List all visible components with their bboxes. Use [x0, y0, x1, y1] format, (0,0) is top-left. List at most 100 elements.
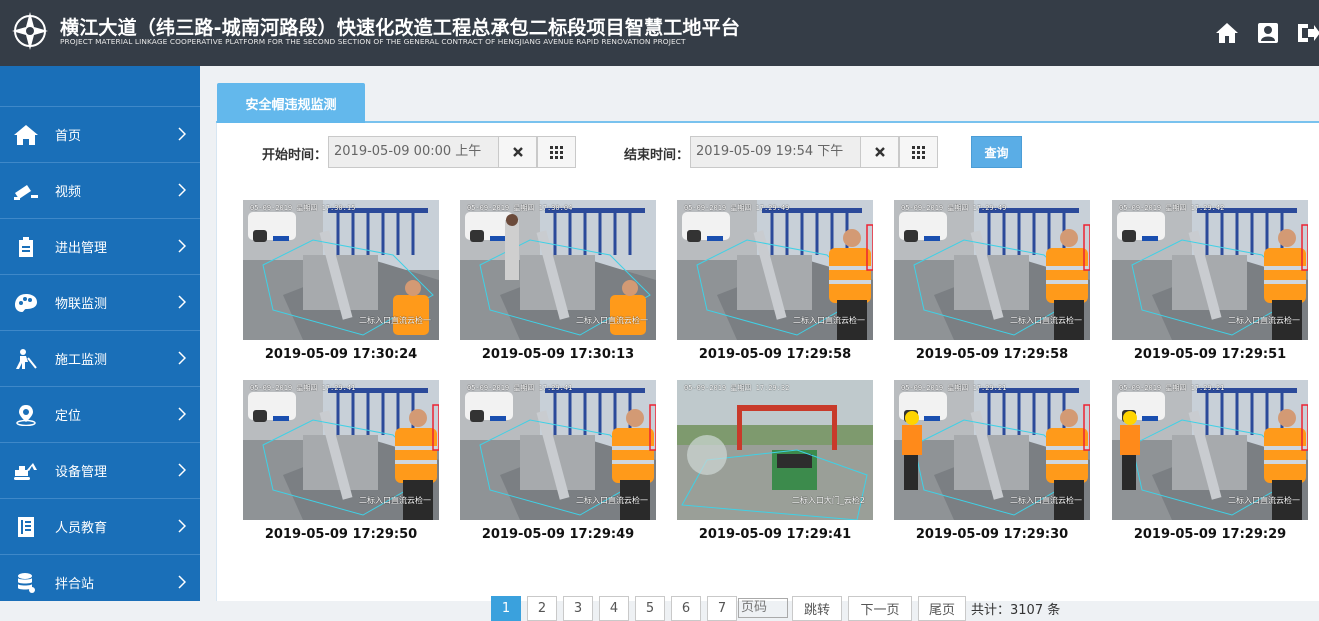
next-page-button[interactable]: 下一页 [848, 596, 912, 621]
last-page-button[interactable]: 尾页 [918, 596, 966, 621]
tab-helmet-violation[interactable]: 安全帽违规监测 [217, 83, 365, 123]
camera-icon [12, 179, 40, 203]
chevron-right-icon [178, 407, 186, 421]
snapshot-caption: 2019-05-09 17:30:13 [481, 347, 635, 362]
osd-camera-name: 二标入口直流云检一 [576, 496, 648, 505]
page-5-button[interactable]: 5 [635, 596, 665, 621]
database-icon [12, 571, 40, 595]
osd-camera-name: 二标入口直流云检一 [359, 496, 431, 505]
osd-timestamp: 05-09-2019 星期四 17:29:42 [1119, 204, 1225, 212]
sidebar-item-label: 施工监测 [55, 353, 108, 368]
chevron-right-icon [178, 463, 186, 477]
sidebar-item-label: 视频 [55, 185, 82, 200]
home-icon[interactable] [1214, 20, 1240, 46]
app-subtitle: PROJECT MATERIAL LINKAGE COOPERATIVE PLA… [60, 37, 686, 46]
osd-timestamp: 05-09-2019 星期四 17:29:41 [250, 384, 356, 392]
main-content: 安全帽违规监测 开始时间： 2019-05-09 00:00 上午 结束时间： … [216, 82, 1319, 621]
page-6-button[interactable]: 6 [671, 596, 701, 621]
chevron-right-icon [178, 575, 186, 589]
close-icon [874, 147, 885, 157]
sidebar-item-construction[interactable]: 施工监测 [0, 330, 200, 386]
access-icon [12, 235, 40, 259]
snapshot-thumbnail[interactable]: 05-09-2019 星期四 17:29:49 二标入口直流云检一 [677, 200, 873, 340]
osd-timestamp: 05-09-2019 星期四 17:29:21 [1119, 384, 1225, 392]
sidebar: 首页 视频 进出管理 物联监测 施工监测 定位 设备管理 人员教育 拌合站 [0, 66, 200, 601]
start-time-label: 开始时间： [262, 148, 328, 163]
snapshot-thumbnail[interactable]: 05-09-2019 星期四 17:29:41 二标入口直流云检一 [243, 380, 439, 520]
logout-icon[interactable] [1295, 20, 1319, 46]
worker-icon [12, 347, 40, 371]
sidebar-item-iot[interactable]: 物联监测 [0, 274, 200, 330]
osd-camera-name: 二标入口直流云检一 [359, 316, 431, 325]
sidebar-item-label: 定位 [55, 409, 82, 424]
page-2-button[interactable]: 2 [527, 596, 557, 621]
snapshot-thumbnail[interactable]: 05-09-2019 星期四 17:29:49 二标入口直流云检一 [894, 200, 1090, 340]
osd-camera-name: 二标入口直流云检一 [1228, 496, 1300, 505]
content-panel: 开始时间： 2019-05-09 00:00 上午 结束时间： 2019-05-… [216, 123, 1319, 621]
snapshot-thumbnail[interactable]: 05-09-2019 星期四 17:30:15 二标入口直流云检一 [243, 200, 439, 340]
snapshot-caption: 2019-05-09 17:29:50 [264, 527, 418, 542]
clear-start-button[interactable] [498, 136, 537, 168]
sidebar-item-label: 设备管理 [55, 465, 108, 480]
chevron-right-icon [178, 183, 186, 197]
snapshot-thumbnail[interactable]: 05-09-2019 星期四 17:30:04 二标入口直流云检一 [460, 200, 656, 340]
osd-camera-name: 二标入口直流云检一 [1228, 316, 1300, 325]
start-time-input[interactable]: 2019-05-09 00:00 上午 [328, 136, 499, 168]
osd-timestamp: 05-09-2019 星期四 17:29:49 [684, 204, 790, 212]
snapshot-caption: 2019-05-09 17:30:24 [264, 347, 418, 362]
sidebar-item-access[interactable]: 进出管理 [0, 218, 200, 274]
sidebar-item-location[interactable]: 定位 [0, 386, 200, 442]
sidebar-item-equipment[interactable]: 设备管理 [0, 442, 200, 498]
snapshot-caption: 2019-05-09 17:29:51 [1133, 347, 1287, 362]
total-count: 共计：3107 条 [971, 603, 1061, 618]
osd-timestamp: 05-09-2019 星期四 17:30:04 [467, 204, 573, 212]
page-3-button[interactable]: 3 [563, 596, 593, 621]
book-icon [12, 515, 40, 539]
snapshot-thumbnail[interactable]: 05-09-2019 星期四 17:29:42 二标入口直流云检一 [1112, 200, 1308, 340]
sidebar-item-label: 拌合站 [55, 577, 95, 592]
osd-camera-name: 二标入口直流云检一 [1010, 496, 1082, 505]
end-calendar-button[interactable] [899, 136, 938, 168]
snapshot-thumbnail[interactable]: 05-09-2019 星期四 17:29:21 二标入口直流云检一 [1112, 380, 1308, 520]
sidebar-item-home[interactable]: 首页 [0, 106, 200, 162]
sidebar-item-video[interactable]: 视频 [0, 162, 200, 218]
page-7-button[interactable]: 7 [707, 596, 737, 621]
sidebar-item-label: 人员教育 [55, 521, 108, 536]
snapshot-caption: 2019-05-09 17:29:30 [915, 527, 1069, 542]
snapshot-caption: 2019-05-09 17:29:41 [698, 527, 852, 542]
clear-end-button[interactable] [860, 136, 899, 168]
jump-button[interactable]: 跳转 [792, 596, 842, 621]
chevron-right-icon [178, 239, 186, 253]
osd-timestamp: 05-09-2019 星期四 17:30:15 [250, 204, 356, 212]
palette-icon [12, 291, 40, 315]
osd-timestamp: 05-09-2019 星期四 17:29:49 [901, 204, 1007, 212]
osd-timestamp: 05-09-2019 星期四 17:29:32 [684, 384, 790, 392]
user-icon[interactable] [1255, 20, 1281, 46]
snapshot-thumbnail[interactable]: 05-09-2019 星期四 17:29:41 二标入口直流云检一 [460, 380, 656, 520]
sidebar-item-mixing-station[interactable]: 拌合站 [0, 554, 200, 610]
sidebar-item-education[interactable]: 人员教育 [0, 498, 200, 554]
chevron-right-icon [178, 519, 186, 533]
chevron-right-icon [178, 351, 186, 365]
page-4-button[interactable]: 4 [599, 596, 629, 621]
snapshot-thumbnail[interactable]: 05-09-2019 星期四 17:29:21 二标入口直流云检一 [894, 380, 1090, 520]
location-icon [12, 403, 40, 427]
end-time-input[interactable]: 2019-05-09 19:54 下午 [690, 136, 861, 168]
home-icon [12, 123, 40, 147]
grid-icon [550, 145, 563, 159]
snapshot-thumbnail[interactable]: 05-09-2019 星期四 17:29:32 二标入口大门_云检2 [677, 380, 873, 520]
osd-camera-name: 二标入口直流云检一 [576, 316, 648, 325]
snapshot-caption: 2019-05-09 17:29:29 [1133, 527, 1287, 542]
page-1-button[interactable]: 1 [491, 596, 521, 621]
snapshot-caption: 2019-05-09 17:29:58 [915, 347, 1069, 362]
close-icon [512, 147, 523, 157]
start-calendar-button[interactable] [537, 136, 576, 168]
osd-camera-name: 二标入口直流云检一 [793, 316, 865, 325]
page-number-input[interactable]: 页码 [738, 598, 788, 618]
app-header: 横江大道（纬三路-城南河路段）快速化改造工程总承包二标段项目智慧工地平台 PRO… [0, 0, 1319, 66]
tab-bar: 安全帽违规监测 [216, 82, 1319, 123]
chevron-right-icon [178, 295, 186, 309]
app-title: 横江大道（纬三路-城南河路段）快速化改造工程总承包二标段项目智慧工地平台 [60, 17, 741, 39]
query-button[interactable]: 查询 [971, 136, 1022, 168]
sidebar-item-label: 首页 [55, 129, 82, 144]
